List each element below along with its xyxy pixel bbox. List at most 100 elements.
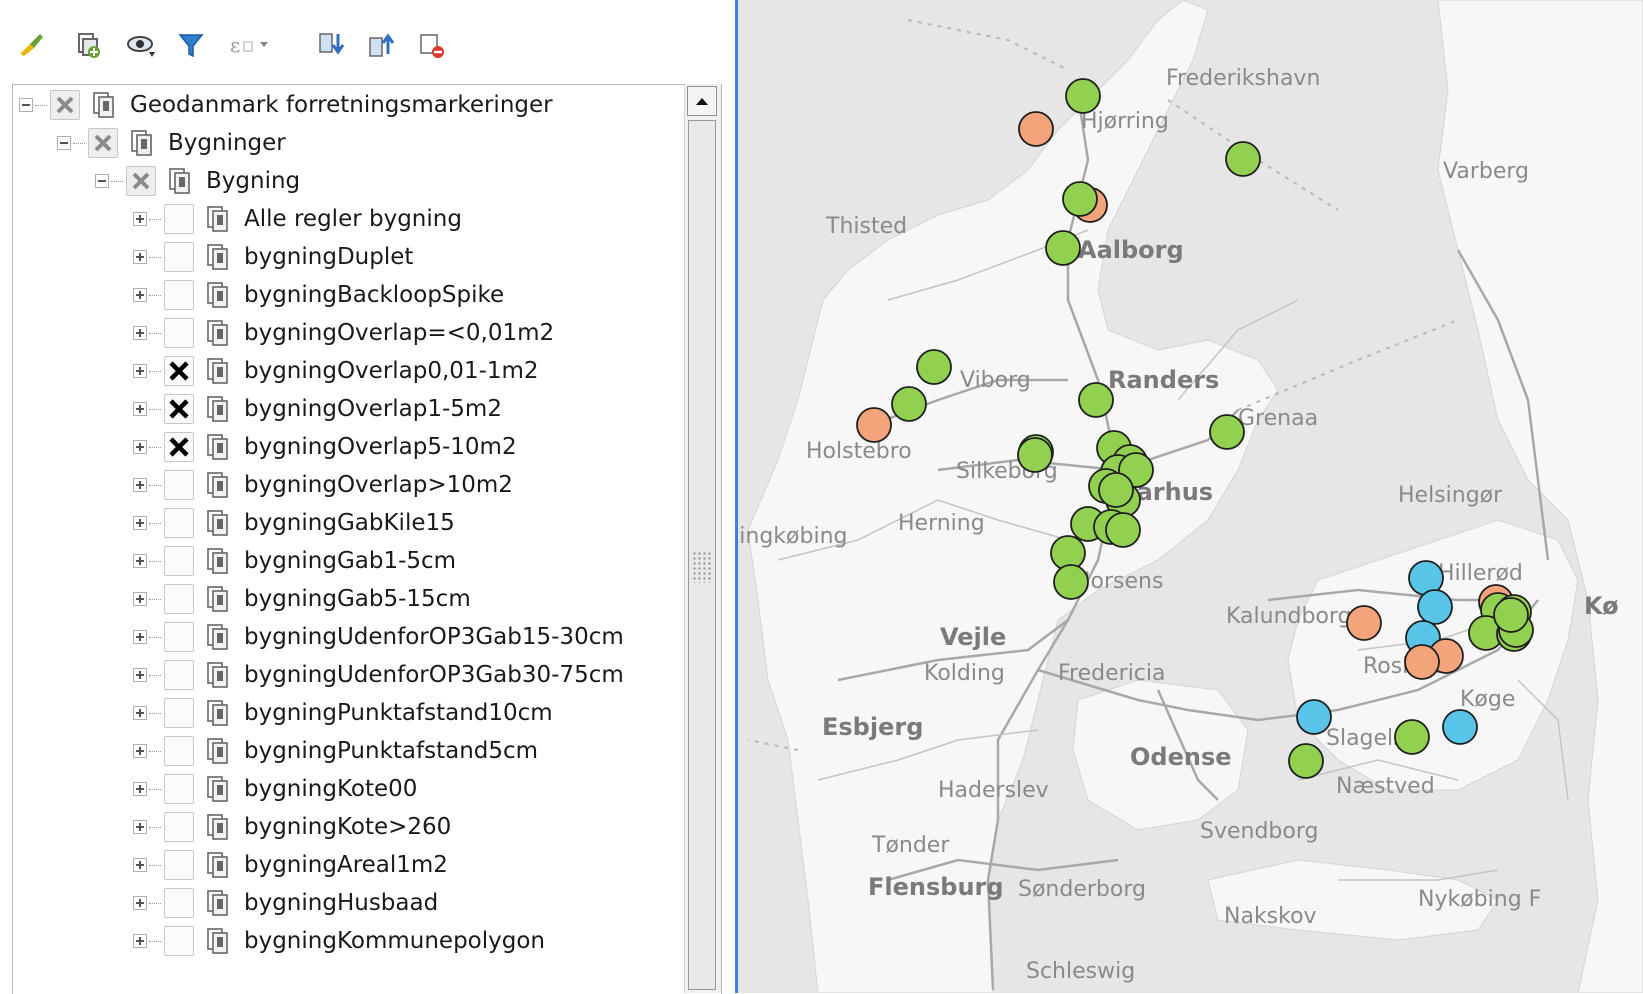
expand-toggle[interactable] [133,364,147,378]
layer-item[interactable]: bygningAreal1m2 [133,845,448,885]
visibility-checkbox[interactable] [164,432,194,462]
expand-toggle[interactable] [133,402,147,416]
visibility-checkbox[interactable] [164,736,194,766]
error-marker-orange[interactable] [1404,644,1440,680]
error-marker-green[interactable] [1288,743,1324,779]
visibility-checkbox[interactable] [164,318,194,348]
error-marker-green[interactable] [1105,512,1141,548]
expand-toggle[interactable] [133,782,147,796]
layer-item[interactable]: bygningKote>260 [133,807,451,847]
layer-item[interactable]: bygningPunktafstand5cm [133,731,538,771]
layer-item[interactable]: bygningKommunepolygon [133,921,545,961]
error-marker-green[interactable] [1017,437,1053,473]
error-marker-green[interactable] [1065,78,1101,114]
visibility-button[interactable] [124,28,158,62]
visibility-checkbox[interactable] [164,584,194,614]
error-marker-green[interactable] [1053,564,1089,600]
error-marker-green[interactable] [1078,382,1114,418]
layer-group-bygninger[interactable]: Bygninger [57,123,286,163]
visibility-checkbox[interactable] [126,166,156,196]
visibility-checkbox[interactable] [164,698,194,728]
layer-item[interactable]: Alle regler bygning [133,199,462,239]
vertical-scrollbar[interactable] [684,84,721,993]
layer-item[interactable]: bygningOverlap5-10m2 [133,427,517,467]
layer-item[interactable]: bygningOverlap1-5m2 [133,389,502,429]
visibility-checkbox[interactable] [164,508,194,538]
error-marker-green[interactable] [1098,472,1134,508]
expand-toggle[interactable] [133,744,147,758]
expand-toggle[interactable] [133,630,147,644]
expand-toggle[interactable] [133,934,147,948]
visibility-checkbox[interactable] [164,242,194,272]
expand-toggle[interactable] [133,592,147,606]
visibility-checkbox[interactable] [164,394,194,424]
collapse-toggle[interactable] [19,98,33,112]
style-manager-button[interactable] [14,28,48,62]
visibility-checkbox[interactable] [88,128,118,158]
layer-item[interactable]: bygningPunktafstand10cm [133,693,553,733]
add-group-button[interactable] [70,28,104,62]
visibility-checkbox[interactable] [164,812,194,842]
layer-item[interactable]: bygningBackloopSpike [133,275,504,315]
layer-item[interactable]: bygningDuplet [133,237,413,277]
expand-toggle[interactable] [133,478,147,492]
map-canvas[interactable]: Frederikshavn Hjørring Varberg Thisted A… [738,0,1643,993]
visibility-checkbox[interactable] [164,546,194,576]
visibility-checkbox[interactable] [164,850,194,880]
scroll-up-button[interactable] [687,86,717,116]
error-marker-green[interactable] [891,386,927,422]
layer-item[interactable]: bygningOverlap=<0,01m2 [133,313,554,353]
filter-legend-button[interactable] [174,28,208,62]
error-marker-blue[interactable] [1442,709,1478,745]
layer-item[interactable]: bygningGab5-15cm [133,579,471,619]
expand-toggle[interactable] [133,288,147,302]
layer-item[interactable]: bygningUdenforOP3Gab15-30cm [133,617,624,657]
layer-item[interactable]: bygningOverlap0,01-1m2 [133,351,539,391]
expand-toggle[interactable] [133,858,147,872]
expand-toggle[interactable] [133,706,147,720]
visibility-checkbox[interactable] [164,774,194,804]
layer-group-root[interactable]: Geodanmark forretningsmarkeringer [19,85,553,125]
expand-toggle[interactable] [133,668,147,682]
layer-item[interactable]: bygningKote00 [133,769,417,809]
layer-item[interactable]: bygningOverlap>10m2 [133,465,513,505]
error-marker-green[interactable] [1225,141,1261,177]
expand-toggle[interactable] [133,440,147,454]
layer-item[interactable]: bygningHusbaad [133,883,438,923]
expression-filter-button[interactable]: ε [228,28,276,62]
collapse-all-button[interactable] [364,28,398,62]
scrollbar-thumb[interactable] [688,120,716,990]
expand-toggle[interactable] [133,250,147,264]
visibility-checkbox[interactable] [164,660,194,690]
error-marker-green[interactable] [1062,181,1098,217]
layer-item[interactable]: bygningGab1-5cm [133,541,456,581]
error-marker-orange[interactable] [1018,111,1054,147]
visibility-checkbox[interactable] [50,90,80,120]
layer-item[interactable]: bygningUdenforOP3Gab30-75cm [133,655,624,695]
visibility-checkbox[interactable] [164,888,194,918]
error-marker-blue[interactable] [1417,589,1453,625]
expand-all-button[interactable] [314,28,348,62]
expand-toggle[interactable] [133,896,147,910]
error-marker-green[interactable] [1493,597,1529,633]
expand-toggle[interactable] [133,554,147,568]
visibility-checkbox[interactable] [164,280,194,310]
collapse-toggle[interactable] [57,136,71,150]
visibility-checkbox[interactable] [164,926,194,956]
visibility-checkbox[interactable] [164,356,194,386]
layer-item[interactable]: bygningGabKile15 [133,503,455,543]
expand-toggle[interactable] [133,326,147,340]
visibility-checkbox[interactable] [164,470,194,500]
expand-toggle[interactable] [133,212,147,226]
error-marker-green[interactable] [1045,230,1081,266]
layer-group-bygning[interactable]: Bygning [95,161,300,201]
collapse-toggle[interactable] [95,174,109,188]
visibility-checkbox[interactable] [164,204,194,234]
remove-layer-button[interactable] [414,28,448,62]
error-marker-orange[interactable] [856,407,892,443]
error-marker-blue[interactable] [1296,699,1332,735]
expand-toggle[interactable] [133,516,147,530]
expand-toggle[interactable] [133,820,147,834]
error-marker-green[interactable] [1209,414,1245,450]
visibility-checkbox[interactable] [164,622,194,652]
